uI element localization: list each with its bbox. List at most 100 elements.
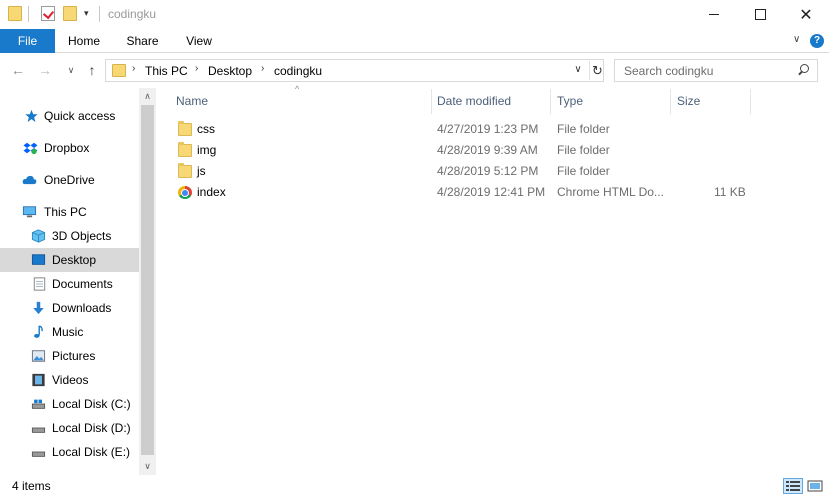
file-name: css <box>197 122 215 136</box>
column-header-date-modified[interactable]: Date modified <box>437 89 511 114</box>
nav-item-label: Local Disk (E:) <box>52 445 131 459</box>
nav-item-dropbox[interactable]: Dropbox <box>0 136 139 160</box>
nav-item-label: Desktop <box>52 253 97 267</box>
nav-item-videos[interactable]: Videos <box>0 368 139 392</box>
nav-item-label: Dropbox <box>44 141 90 155</box>
nav-item-documents[interactable]: Documents <box>0 272 139 296</box>
tab-file[interactable]: File <box>0 29 55 53</box>
nav-item-label: Downloads <box>52 301 112 315</box>
large-icons-view-icon[interactable] <box>805 478 825 494</box>
drive-icon <box>31 399 46 409</box>
title-bar: ▾ codingku ✕ <box>0 0 829 29</box>
file-type: File folder <box>557 164 610 178</box>
folder-icon <box>178 121 192 136</box>
breadcrumb-codingku[interactable]: codingku <box>274 64 322 78</box>
document-icon <box>33 277 46 291</box>
recent-locations-chevron-icon[interactable]: ∨ <box>62 60 80 80</box>
nav-item-label: Music <box>52 325 84 339</box>
nav-item-label: Local Disk (C:) <box>52 397 131 411</box>
scrollbar-thumb[interactable] <box>141 105 154 455</box>
nav-item-pictures[interactable]: Pictures <box>0 344 139 368</box>
window-title: codingku <box>108 7 157 21</box>
tab-view[interactable]: View <box>178 29 220 53</box>
download-icon <box>33 301 44 315</box>
nav-item-label: OneDrive <box>44 173 95 187</box>
nav-item-downloads[interactable]: Downloads <box>0 296 139 320</box>
column-divider[interactable] <box>550 89 551 114</box>
maximize-button[interactable] <box>737 0 783 29</box>
desktop-icon <box>31 254 46 265</box>
breadcrumb-separator-icon[interactable]: › <box>195 63 198 74</box>
expand-ribbon-chevron-icon[interactable]: ∨ <box>793 35 803 45</box>
column-header-size[interactable]: Size <box>677 89 700 114</box>
nav-item-desktop[interactable]: Desktop <box>0 248 139 272</box>
address-bar[interactable]: › This PC › Desktop › codingku ∨ ↻ <box>105 59 604 82</box>
new-folder-icon[interactable] <box>63 6 77 21</box>
refresh-icon[interactable]: ↻ <box>589 61 605 80</box>
file-date: 4/28/2019 5:12 PM <box>437 164 539 178</box>
nav-item-local-disk-c[interactable]: Local Disk (C:) <box>0 392 139 416</box>
file-row[interactable]: index 4/28/2019 12:41 PM Chrome HTML Do.… <box>172 182 752 203</box>
file-type: Chrome HTML Do... <box>557 185 664 199</box>
breadcrumb-separator-icon[interactable]: › <box>261 63 264 74</box>
nav-scrollbar[interactable]: ∧ ∨ <box>139 88 156 475</box>
minimize-button[interactable] <box>691 0 737 29</box>
back-arrow-icon[interactable]: ← <box>9 60 27 80</box>
nav-item-label: This PC <box>44 205 87 219</box>
search-box[interactable]: Search codingku <box>614 59 818 82</box>
drive-icon <box>31 427 46 433</box>
nav-item-local-disk-d[interactable]: Local Disk (D:) <box>0 416 139 440</box>
cube-icon <box>31 229 46 243</box>
file-row[interactable]: css 4/27/2019 1:23 PM File folder <box>172 119 752 140</box>
column-divider[interactable] <box>670 89 671 114</box>
nav-item-quick-access[interactable]: Quick access <box>0 104 139 128</box>
nav-item-label: Documents <box>52 277 113 291</box>
close-button[interactable]: ✕ <box>783 0 829 29</box>
divider <box>28 6 29 22</box>
tab-share[interactable]: Share <box>120 29 165 53</box>
tab-home[interactable]: Home <box>62 29 106 53</box>
file-name: index <box>197 185 226 199</box>
search-input[interactable]: Search codingku <box>624 64 713 78</box>
computer-icon <box>22 206 37 218</box>
file-row[interactable]: img 4/28/2019 9:39 AM File folder <box>172 140 752 161</box>
customize-toolbar-dropdown-icon[interactable]: ▾ <box>84 7 92 19</box>
column-divider[interactable] <box>750 89 751 114</box>
column-header-type[interactable]: Type <box>557 89 583 114</box>
status-bar: 4 items <box>0 474 829 496</box>
file-type: File folder <box>557 143 610 157</box>
ribbon-tabs: File Home Share View ∨ ? <box>0 29 829 53</box>
nav-item-3d-objects[interactable]: 3D Objects <box>0 224 139 248</box>
nav-item-local-disk-e[interactable]: Local Disk (E:) <box>0 440 139 464</box>
details-view-icon[interactable] <box>783 478 803 494</box>
file-row[interactable]: js 4/28/2019 5:12 PM File folder <box>172 161 752 182</box>
address-dropdown-icon[interactable]: ∨ <box>572 64 584 77</box>
item-count: 4 items <box>12 479 51 493</box>
breadcrumb-this-pc[interactable]: This PC <box>145 64 188 78</box>
nav-item-label: Videos <box>52 373 89 387</box>
scroll-down-icon[interactable]: ∨ <box>139 458 156 475</box>
help-icon[interactable]: ? <box>810 34 824 48</box>
breadcrumb-separator-icon[interactable]: › <box>132 63 135 74</box>
search-icon[interactable] <box>796 63 810 77</box>
forward-arrow-icon[interactable]: → <box>36 60 54 80</box>
dropbox-icon <box>23 142 38 155</box>
scroll-up-icon[interactable]: ∧ <box>139 88 156 105</box>
breadcrumb-desktop[interactable]: Desktop <box>208 64 252 78</box>
properties-icon[interactable] <box>41 6 55 21</box>
nav-item-label: Quick access <box>44 109 116 123</box>
file-date: 4/28/2019 12:41 PM <box>437 185 546 199</box>
nav-item-label: Local Disk (D:) <box>52 421 131 435</box>
nav-item-onedrive[interactable]: OneDrive <box>0 168 139 192</box>
nav-item-this-pc[interactable]: This PC <box>0 200 139 224</box>
up-arrow-icon[interactable]: ↑ <box>83 60 101 80</box>
sort-ascending-icon: ^ <box>295 84 300 94</box>
file-date: 4/27/2019 1:23 PM <box>437 122 539 136</box>
file-name: js <box>197 164 206 178</box>
column-header-name[interactable]: Name <box>176 89 208 114</box>
column-divider[interactable] <box>431 89 432 114</box>
folder-icon <box>8 6 22 21</box>
nav-item-music[interactable]: Music <box>0 320 139 344</box>
navigation-pane: Quick access Dropbox OneDrive This PC 3D… <box>0 88 139 474</box>
folder-icon <box>112 64 126 77</box>
